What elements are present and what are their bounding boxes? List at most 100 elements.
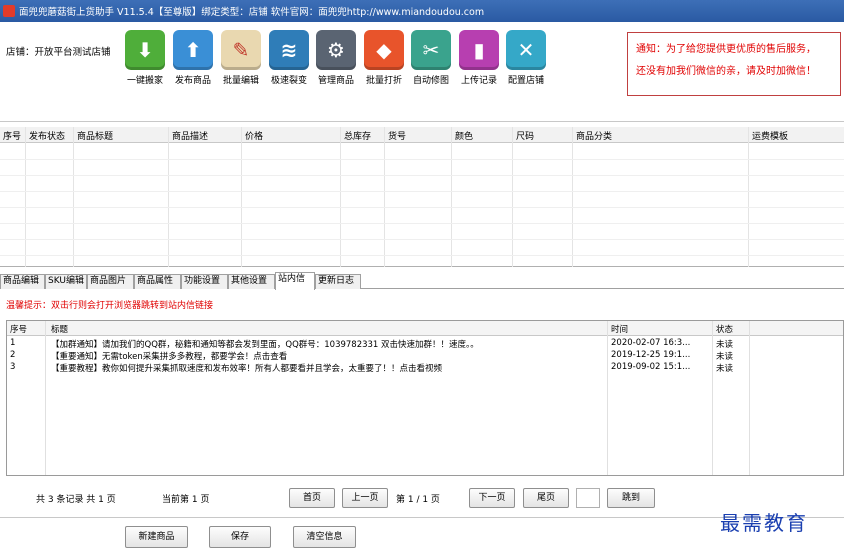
table-row[interactable]: 2 【重要通知】无需token采集拼多多教程，都要学会！点击查看 2019-12…	[7, 350, 843, 362]
column-header[interactable]: 货号	[388, 129, 406, 142]
batch-discount-button[interactable]: ◆ 批量打折	[361, 30, 407, 86]
current-page: 当前第 1 页	[162, 495, 210, 505]
notice-box: 通知：为了给您提供更优质的售后服务， 还没有加我们微信的亲，请及时加微信！	[627, 32, 841, 96]
column-header[interactable]: 序号	[10, 323, 27, 335]
message-grid[interactable]: 序号 标题 时间 状态 1 【加群通知】请加我们的QQ群，秘籍和通知等都会发到里…	[6, 320, 844, 476]
column-header[interactable]: 商品标题	[77, 129, 113, 142]
column-header[interactable]: 颜色	[455, 129, 473, 142]
grid-row-line	[0, 175, 844, 176]
record-count: 共 3 条记录 共 1 页	[36, 495, 116, 505]
grid-divider	[451, 127, 452, 267]
column-header[interactable]: 总库存	[344, 129, 371, 142]
column-header[interactable]: 商品描述	[172, 129, 208, 142]
grid-row-line	[0, 159, 844, 160]
warm-tip: 温馨提示：双击行则会打开浏览器跳转到站内信链接	[6, 301, 214, 311]
prev-page-button[interactable]: 上一页	[342, 488, 388, 508]
last-page-button[interactable]: 尾页	[523, 488, 569, 508]
tab-update-log[interactable]: 更新日志	[315, 274, 361, 289]
grid-divider	[512, 127, 513, 267]
column-header[interactable]: 时间	[611, 323, 628, 335]
scissors-icon: ✂	[411, 30, 451, 70]
upload-records-button[interactable]: ▮ 上传记录	[456, 30, 502, 86]
layers-icon: ≋	[269, 30, 309, 70]
tab-sku-edit[interactable]: SKU编辑	[45, 274, 87, 289]
notice-line-1: 通知：为了给您提供更优质的售后服务，	[636, 44, 816, 55]
save-button[interactable]: 保存	[209, 526, 271, 548]
next-page-button[interactable]: 下一页	[469, 488, 515, 508]
gear-icon: ⚙	[316, 30, 356, 70]
jump-button[interactable]: 跳到	[607, 488, 655, 508]
title-bar: 面兜兜蘑菇街上货助手 V11.5.4【至尊版】绑定类型：店铺 软件官网：面兜兜h…	[0, 0, 844, 22]
store-label: 店铺：开放平台测试店铺	[6, 47, 111, 58]
fast-split-button[interactable]: ≋ 极速裂变	[266, 30, 312, 86]
clear-info-button[interactable]: 清空信息	[293, 526, 356, 548]
message-grid-header: 序号 标题 时间 状态	[7, 321, 843, 336]
bookmark-icon: ▮	[459, 30, 499, 70]
row-time: 2019-12-25 19:1...	[611, 350, 691, 360]
tab-strip: 商品编辑 SKU编辑 商品图片 商品属性 功能设置 其他设置 站内信 更新日志	[0, 272, 844, 290]
row-time: 2020-02-07 16:3...	[611, 338, 691, 348]
tab-product-edit[interactable]: 商品编辑	[0, 274, 45, 289]
app-icon	[3, 5, 15, 17]
column-header[interactable]: 标题	[51, 323, 68, 335]
pager: 共 3 条记录 共 1 页 当前第 1 页 首页 上一页 第 1 / 1 页 下…	[0, 486, 844, 508]
grid-row-line	[0, 239, 844, 240]
grid-divider	[384, 127, 385, 267]
configure-store-button[interactable]: ✕ 配置店铺	[503, 30, 549, 86]
manage-products-button[interactable]: ⚙ 管理商品	[313, 30, 359, 86]
grid-divider	[168, 127, 169, 267]
table-row[interactable]: 1 【加群通知】请加我们的QQ群，秘籍和通知等都会发到里面，QQ群号：10397…	[7, 338, 843, 350]
notice-line-2: 还没有加我们微信的亲，请及时加微信！	[636, 66, 816, 77]
column-header[interactable]: 序号	[3, 129, 21, 142]
batch-edit-button[interactable]: ✎ 批量编辑	[218, 30, 264, 86]
download-arrow-icon: ⬇	[125, 30, 165, 70]
column-header[interactable]: 运费模板	[752, 129, 788, 142]
grid-divider	[25, 127, 26, 267]
row-title: 【重要教程】教你如何提升采集抓取速度和发布效率！所有人都要看并且学会，太重要了！…	[51, 364, 443, 374]
column-header[interactable]: 价格	[245, 129, 263, 142]
watermark-text: 最需教育	[720, 511, 808, 535]
tab-function-settings[interactable]: 功能设置	[181, 274, 228, 289]
publish-product-button[interactable]: ⬆ 发布商品	[170, 30, 216, 86]
row-number: 3	[10, 362, 16, 372]
row-title: 【加群通知】请加我们的QQ群，秘籍和通知等都会发到里面，QQ群号：1039782…	[51, 340, 479, 350]
grid-divider	[340, 127, 341, 267]
grid-divider	[748, 127, 749, 267]
grid-row-line	[0, 191, 844, 192]
grid-divider	[572, 127, 573, 267]
product-grid[interactable]: 序号 发布状态 商品标题 商品描述 价格 总库存 货号 颜色 尺码 商品分类 运…	[0, 127, 844, 267]
column-header[interactable]: 发布状态	[29, 129, 65, 142]
grid-divider	[241, 127, 242, 267]
one-click-move-button[interactable]: ⬇ 一键搬家	[122, 30, 168, 86]
page-info: 第 1 / 1 页	[396, 495, 440, 505]
row-title: 【重要通知】无需token采集拼多多教程，都要学会！点击查看	[51, 352, 288, 362]
tab-other-settings[interactable]: 其他设置	[228, 274, 275, 289]
first-page-button[interactable]: 首页	[289, 488, 335, 508]
window-title: 面兜兜蘑菇街上货助手 V11.5.4【至尊版】绑定类型：店铺 软件官网：面兜兜h…	[19, 7, 485, 18]
tab-product-attributes[interactable]: 商品属性	[134, 274, 181, 289]
footer-divider	[0, 517, 844, 518]
row-status: 未读	[716, 364, 734, 374]
row-number: 2	[10, 350, 16, 360]
tab-site-messages[interactable]: 站内信	[275, 272, 315, 290]
grid-row-line	[0, 207, 844, 208]
tab-product-images[interactable]: 商品图片	[87, 274, 134, 289]
table-row[interactable]: 3 【重要教程】教你如何提升采集抓取速度和发布效率！所有人都要看并且学会，太重要…	[7, 362, 843, 374]
column-header[interactable]: 尺码	[516, 129, 534, 142]
row-status: 未读	[716, 340, 734, 350]
page-number-input[interactable]	[576, 488, 600, 508]
product-grid-header: 序号 发布状态 商品标题 商品描述 价格 总库存 货号 颜色 尺码 商品分类 运…	[0, 127, 844, 143]
upload-arrow-icon: ⬆	[173, 30, 213, 70]
row-time: 2019-09-02 15:1...	[611, 362, 691, 372]
new-product-button[interactable]: 新建商品	[125, 526, 188, 548]
row-status: 未读	[716, 352, 734, 362]
column-header[interactable]: 商品分类	[576, 129, 612, 142]
tools-icon: ✕	[506, 30, 546, 70]
toolbar: 店铺：开放平台测试店铺 ⬇ 一键搬家 ⬆ 发布商品 ✎ 批量编辑 ≋ 极速裂变 …	[0, 22, 844, 122]
auto-retouch-button[interactable]: ✂ 自动修图	[408, 30, 454, 86]
row-number: 1	[10, 338, 16, 348]
grid-divider	[73, 127, 74, 267]
column-header[interactable]: 状态	[716, 323, 733, 335]
notepad-pencil-icon: ✎	[221, 30, 261, 70]
grid-row-line	[0, 255, 844, 256]
